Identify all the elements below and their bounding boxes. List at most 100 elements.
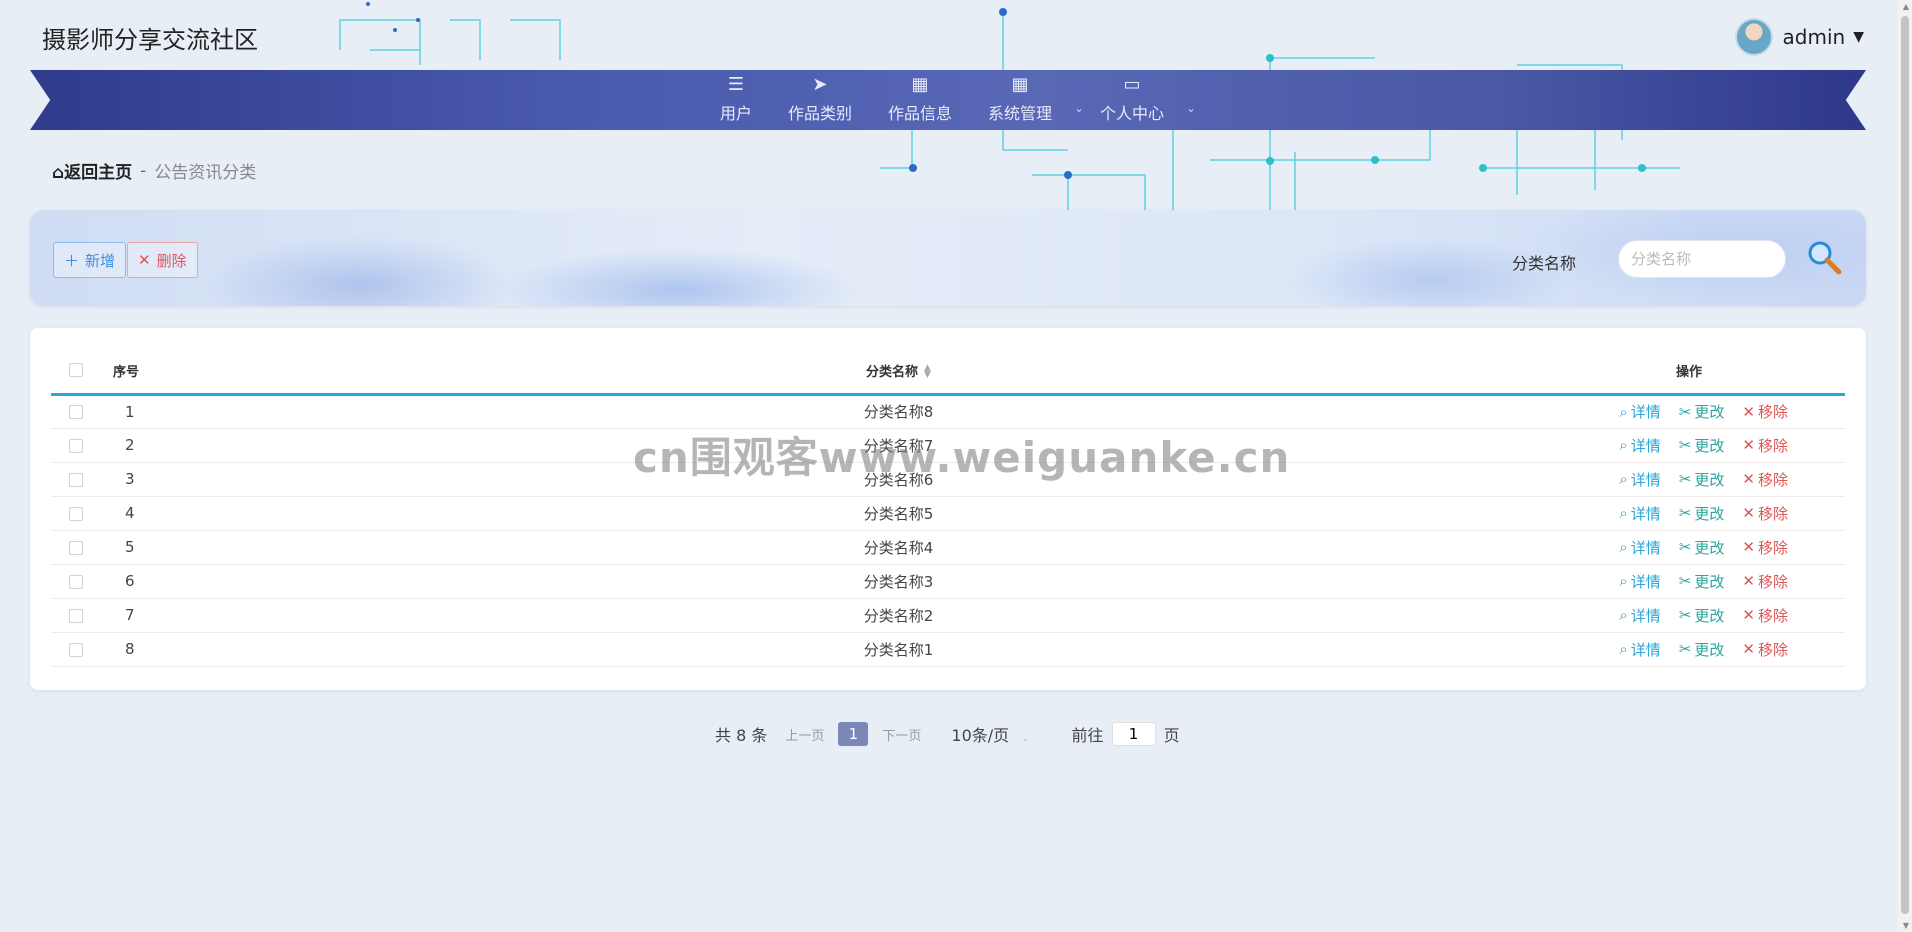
breadcrumb-home-label: 返回主页 (64, 163, 133, 183)
scroll-up-icon[interactable]: ▲ (1903, 2, 1909, 11)
edit-button[interactable]: ✂ 更改 (1679, 469, 1725, 490)
edit-button[interactable]: ✂ 更改 (1679, 605, 1725, 626)
goto-label: 前往 (1071, 726, 1104, 745)
edit-label: 更改 (1694, 538, 1725, 557)
detail-button[interactable]: ⌕ 详情 (1619, 605, 1660, 626)
row-checkbox[interactable] (69, 405, 83, 419)
remove-button[interactable]: ✕ 移除 (1742, 537, 1788, 558)
detail-button[interactable]: ⌕ 详情 (1619, 571, 1660, 592)
select-all-cell (51, 348, 112, 394)
row-checkbox[interactable] (69, 506, 83, 521)
edit-button[interactable]: ✂ 更改 (1679, 503, 1725, 524)
breadcrumb: ⌂返回主页 - 公告资讯分类 (52, 158, 256, 184)
scrollbar-thumb[interactable] (1901, 16, 1909, 914)
row-ops: ⌕ 详情 ✂ 更改 ✕ 移除 (1533, 394, 1845, 428)
row-checkbox[interactable] (69, 608, 83, 623)
remove-button[interactable]: ✕ 移除 (1742, 435, 1788, 456)
row-name: 分类名称6 (863, 470, 934, 489)
toolbar-panel: ＋ 新增 ✕ 删除 分类名称 (30, 210, 1866, 306)
delete-button[interactable]: ✕ 删除 (127, 242, 198, 278)
remove-button[interactable]: ✕ 移除 (1742, 503, 1788, 524)
prev-page-button[interactable]: 上一页 (785, 725, 824, 744)
scissors-icon: ✂ (1678, 504, 1692, 522)
row-name: 分类名称7 (863, 436, 934, 455)
remove-button[interactable]: ✕ 移除 (1742, 469, 1788, 490)
avatar[interactable] (1734, 18, 1773, 56)
page-button-current[interactable]: 1 (838, 722, 869, 746)
row-index: 4 (125, 504, 135, 522)
detail-label: 详情 (1630, 538, 1661, 557)
detail-button[interactable]: ⌕ 详情 (1619, 537, 1660, 558)
remove-button[interactable]: ✕ 移除 (1742, 605, 1788, 626)
page-size-select[interactable]: 10条/页 ⌄ (951, 722, 1029, 746)
search-detail-icon: ⌕ (1619, 436, 1628, 454)
edit-button[interactable]: ✂ 更改 (1679, 639, 1725, 660)
scissors-icon: ✂ (1678, 572, 1692, 590)
caret-down-icon[interactable]: ▼ (1853, 29, 1864, 45)
sort-icon[interactable]: ▲ ▼ (924, 364, 931, 380)
nav-item-work-categories[interactable]: ➤ 作品类别 (770, 70, 870, 130)
detail-label: 详情 (1630, 572, 1661, 591)
breadcrumb-home[interactable]: ⌂返回主页 (52, 158, 132, 183)
nav-label: 个人中心 (1100, 104, 1165, 123)
row-index: 8 (125, 640, 135, 658)
nav-label: 用户 (719, 104, 752, 123)
close-icon: ✕ (138, 251, 151, 269)
breadcrumb-separator: - (140, 160, 147, 181)
header-name[interactable]: 分类名称 ▲ ▼ (264, 348, 1533, 394)
edit-button[interactable]: ✂ 更改 (1679, 435, 1725, 456)
scissors-icon: ✂ (1678, 538, 1692, 556)
search-input[interactable] (1618, 240, 1786, 278)
select-all-checkbox[interactable] (69, 363, 83, 378)
detail-button[interactable]: ⌕ 详情 (1619, 503, 1660, 524)
remove-button[interactable]: ✕ 移除 (1742, 639, 1788, 660)
detail-label: 详情 (1630, 640, 1661, 659)
row-ops: ⌕ 详情 ✂ 更改 ✕ 移除 (1533, 462, 1845, 496)
search-icon[interactable] (1804, 238, 1844, 278)
row-checkbox[interactable] (69, 574, 83, 589)
remove-label: 移除 (1757, 470, 1788, 489)
edit-button[interactable]: ✂ 更改 (1679, 571, 1725, 592)
nav-item-system-management[interactable]: ▦ 系统管理 ⌄ (970, 70, 1084, 130)
detail-button[interactable]: ⌕ 详情 (1619, 435, 1660, 456)
nav-item-work-info[interactable]: ▦ 作品信息 (870, 70, 970, 130)
row-checkbox[interactable] (69, 540, 83, 555)
search-detail-icon: ⌕ (1619, 538, 1628, 556)
scissors-icon: ✂ (1678, 606, 1692, 624)
row-ops: ⌕ 详情 ✂ 更改 ✕ 移除 (1533, 496, 1845, 530)
close-icon: ✕ (1742, 402, 1755, 421)
nav-label: 系统管理 (988, 104, 1053, 123)
row-checkbox[interactable] (69, 642, 83, 657)
row-name: 分类名称4 (863, 538, 934, 557)
remove-label: 移除 (1757, 504, 1788, 523)
edit-label: 更改 (1694, 606, 1725, 625)
scissors-icon: ✂ (1678, 436, 1692, 454)
pagination: 共 8 条 上一页 1 下一页 10条/页 ⌄ 前往 页 (715, 722, 1180, 746)
row-name: 分类名称2 (863, 606, 934, 625)
table-row: 8 分类名称1 ⌕ 详情 ✂ 更改 ✕ 移除 (51, 632, 1845, 666)
next-page-button[interactable]: 下一页 (882, 725, 921, 744)
home-icon: ⌂ (52, 163, 65, 183)
nav-item-users[interactable]: ☰ 用户 (702, 70, 770, 130)
remove-label: 移除 (1757, 606, 1788, 625)
remove-button[interactable]: ✕ 移除 (1742, 401, 1788, 422)
username[interactable]: admin (1783, 25, 1846, 49)
row-index: 3 (125, 470, 135, 488)
header-index: 序号 (113, 364, 140, 380)
user-menu[interactable]: admin ▼ (1734, 18, 1864, 56)
edit-button[interactable]: ✂ 更改 (1679, 401, 1725, 422)
row-index: 6 (125, 572, 135, 590)
edit-button[interactable]: ✂ 更改 (1679, 537, 1725, 558)
detail-button[interactable]: ⌕ 详情 (1619, 639, 1660, 660)
row-checkbox[interactable] (69, 438, 83, 453)
remove-button[interactable]: ✕ 移除 (1742, 571, 1788, 592)
detail-button[interactable]: ⌕ 详情 (1619, 401, 1660, 422)
detail-button[interactable]: ⌕ 详情 (1619, 469, 1660, 490)
scrollbar[interactable]: ▲ ▼ (1898, 0, 1912, 932)
nav-item-personal-center[interactable]: ▭ 个人中心 ⌄ (1082, 70, 1196, 130)
goto-page-input[interactable] (1111, 722, 1156, 746)
row-checkbox[interactable] (69, 472, 83, 487)
scroll-down-icon[interactable]: ▼ (1903, 921, 1909, 930)
add-button[interactable]: ＋ 新增 (53, 242, 127, 278)
row-index: 5 (125, 538, 135, 556)
